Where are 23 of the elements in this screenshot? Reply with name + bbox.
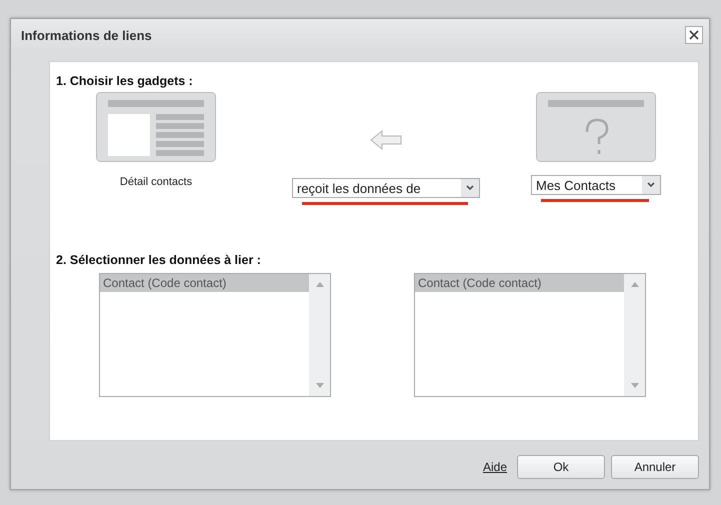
unknown-gadget-icon	[536, 92, 656, 162]
dialog-title: Informations de liens	[21, 28, 152, 42]
scroll-down-icon[interactable]	[316, 383, 324, 388]
section-heading: 1. Choisir les gadgets :	[56, 74, 194, 88]
scrollbar[interactable]	[309, 274, 330, 396]
help-link[interactable]: Aide	[482, 460, 507, 474]
left-arrow-icon	[370, 130, 402, 150]
dropdown[interactable]: Mes Contacts	[531, 175, 661, 195]
scroll-up-icon[interactable]	[630, 282, 638, 287]
scroll-up-icon[interactable]	[316, 282, 324, 287]
caret-icon	[466, 185, 474, 191]
scrollbar[interactable]	[624, 274, 645, 396]
list-item[interactable]: Contact (Code contact)	[415, 274, 624, 292]
dialog-button[interactable]: Annuler	[611, 455, 699, 479]
dropdown[interactable]: reçoit les données de	[292, 178, 480, 198]
close-icon[interactable]	[685, 26, 703, 44]
caret-icon	[647, 182, 655, 188]
gadget-layout-icon	[96, 92, 216, 162]
gadget-label: Détail contacts	[120, 176, 192, 188]
scroll-down-icon[interactable]	[630, 383, 638, 388]
section-heading: 2. Sélectionner les données à lier :	[56, 253, 262, 267]
list-item[interactable]: Contact (Code contact)	[100, 274, 309, 292]
dialog-button[interactable]: Ok	[517, 455, 605, 479]
